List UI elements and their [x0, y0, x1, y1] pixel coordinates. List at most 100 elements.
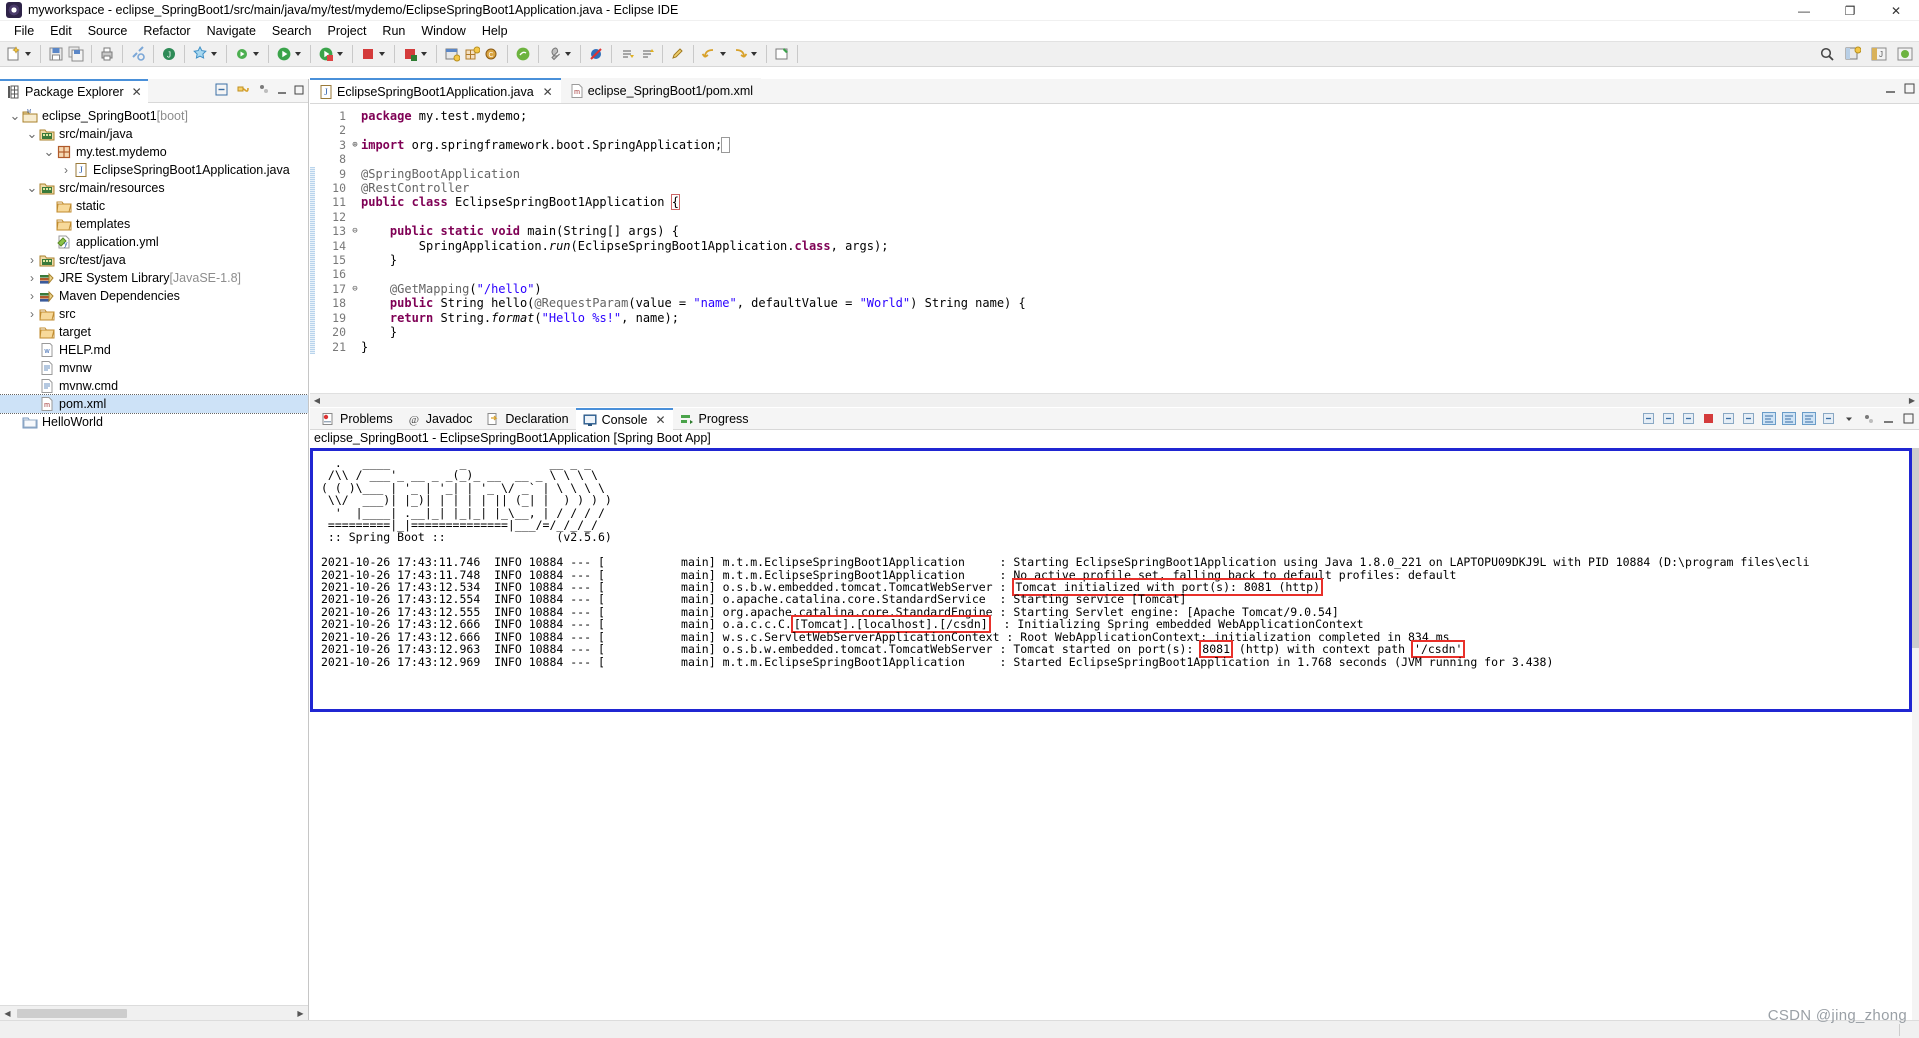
close-icon[interactable]: ✕: [543, 85, 553, 99]
minimize-icon[interactable]: [1881, 411, 1896, 426]
tree-item-help-md[interactable]: w HELP.md: [0, 341, 308, 359]
chevron-right-icon[interactable]: ›: [25, 287, 39, 305]
tree-item-src[interactable]: › src: [0, 305, 308, 323]
search-icon[interactable]: [1819, 46, 1835, 62]
chevron-down-icon[interactable]: [1841, 411, 1856, 426]
view-menu-icon[interactable]: [1861, 411, 1876, 426]
maximize-button[interactable]: ❐: [1827, 0, 1873, 21]
spring-perspective-icon[interactable]: [1897, 46, 1913, 62]
tree-item-my-test-mydemo[interactable]: ⌄ my.test.mydemo: [0, 143, 308, 161]
tree-item-pom-xml[interactable]: m pom.xml: [0, 394, 308, 414]
chevron-down-icon[interactable]: [421, 52, 427, 56]
maximize-icon[interactable]: [294, 84, 304, 98]
code-editor[interactable]: 1 2 3 8 9 10 11 12 13 14 15 16 17 18 19 20 21 ⊕ ⊖ ⊖ packag…: [310, 105, 1919, 392]
chevron-down-icon[interactable]: ⌄: [25, 125, 39, 143]
chevron-down-icon[interactable]: ⌄: [8, 107, 22, 125]
tree-item-target[interactable]: target: [0, 323, 308, 341]
chevron-right-icon[interactable]: ›: [25, 251, 39, 269]
editor-hscrollbar[interactable]: ◀ ▶: [310, 393, 1919, 407]
console-tab-progress[interactable]: Progress: [673, 408, 756, 430]
menu-project[interactable]: Project: [320, 22, 375, 40]
stop-icon[interactable]: [402, 46, 418, 62]
forward-icon[interactable]: [732, 46, 748, 62]
tree-item-static[interactable]: static: [0, 197, 308, 215]
chevron-down-icon[interactable]: [751, 52, 757, 56]
menu-source[interactable]: Source: [80, 22, 136, 40]
close-button[interactable]: ✕: [1873, 0, 1919, 21]
scroll-left-icon[interactable]: ◀: [310, 394, 324, 408]
scroll-right-icon[interactable]: ▶: [293, 1006, 308, 1021]
console-tab-declaration[interactable]: Declaration: [479, 408, 575, 430]
print-icon[interactable]: [99, 46, 115, 62]
scroll-right-icon[interactable]: ▶: [1905, 394, 1919, 408]
debug-icon[interactable]: [234, 46, 250, 62]
last-edit-location-icon[interactable]: [670, 46, 686, 62]
menu-edit[interactable]: Edit: [42, 22, 80, 40]
chevron-down-icon[interactable]: [720, 52, 726, 56]
new-java-project-icon[interactable]: [444, 46, 461, 62]
package-explorer-hscrollbar[interactable]: ◀ ▶: [0, 1005, 308, 1020]
menu-window[interactable]: Window: [413, 22, 473, 40]
run-coverage-icon[interactable]: [318, 46, 334, 62]
new-console-view-icon[interactable]: [1821, 411, 1836, 426]
scroll-left-icon[interactable]: ◀: [0, 1006, 15, 1021]
run-icon[interactable]: [276, 46, 292, 62]
folding-column[interactable]: ⊕ ⊖ ⊖: [349, 105, 361, 392]
next-annotation-icon[interactable]: [619, 46, 635, 62]
open-type-icon[interactable]: J: [161, 46, 177, 62]
minimize-button[interactable]: —: [1781, 0, 1827, 21]
new-wizard-icon[interactable]: [6, 46, 22, 62]
chevron-down-icon[interactable]: [337, 52, 343, 56]
tree-item-jre-system-library[interactable]: › JRE System Library [JavaSE-1.8]: [0, 269, 308, 287]
chevron-right-icon[interactable]: ›: [25, 269, 39, 287]
collapse-all-icon[interactable]: [214, 82, 229, 100]
word-wrap-icon[interactable]: [1761, 411, 1776, 426]
minimize-icon[interactable]: [277, 84, 287, 98]
tree-item-src-test-java[interactable]: › src/test/java: [0, 251, 308, 269]
show-console-on-output-icon[interactable]: [1801, 411, 1816, 426]
tree-item-mvnw-cmd[interactable]: mvnw.cmd: [0, 377, 308, 395]
console-tab-console[interactable]: Console ✕: [575, 407, 673, 430]
external-tools-icon[interactable]: [546, 46, 562, 62]
tree-item-mvnw[interactable]: mvnw: [0, 359, 308, 377]
console-tab-javadoc[interactable]: @ Javadoc: [400, 408, 480, 430]
scroll-thumb[interactable]: [17, 1008, 127, 1018]
open-console-icon[interactable]: [1741, 411, 1756, 426]
fold-toggle-icon[interactable]: ⊖: [349, 282, 361, 296]
maximize-icon[interactable]: [1904, 83, 1915, 97]
tab-package-explorer[interactable]: Package Explorer ✕: [0, 78, 148, 103]
tree-item-eclipsespringboot1application-java[interactable]: › J EclipseSpringBoot1Application.java: [0, 161, 308, 179]
spring-boot-icon[interactable]: [515, 46, 531, 62]
chevron-right-icon[interactable]: ›: [59, 161, 73, 179]
console-vscrollbar[interactable]: [1912, 448, 1919, 1020]
menu-run[interactable]: Run: [374, 22, 413, 40]
fold-toggle-icon[interactable]: ⊕: [349, 138, 361, 152]
menu-navigate[interactable]: Navigate: [199, 22, 264, 40]
java-perspective-icon[interactable]: J: [1871, 46, 1887, 62]
editor-tab-eclipse-springboot1-pom-xml[interactable]: m eclipse_SpringBoot1/pom.xml: [560, 78, 762, 103]
chevron-down-icon[interactable]: ⌄: [25, 179, 39, 197]
pin-console-icon[interactable]: [1641, 411, 1656, 426]
remove-all-launches-icon[interactable]: [1681, 411, 1696, 426]
console-output-text[interactable]: . ____ _ __ _ _ /\\ / ___'_ __ _ _(_)_ _…: [313, 451, 1909, 668]
chevron-right-icon[interactable]: ›: [25, 305, 39, 323]
chevron-down-icon[interactable]: [211, 52, 217, 56]
display-selected-console-icon[interactable]: [1721, 411, 1736, 426]
close-icon[interactable]: ✕: [655, 413, 665, 427]
scroll-thumb[interactable]: [1912, 448, 1919, 648]
chevron-down-icon[interactable]: ⌄: [42, 143, 56, 161]
chevron-down-icon[interactable]: [295, 52, 301, 56]
tree-item-src-main-resources[interactable]: ⌄ src/main/resources: [0, 179, 308, 197]
fold-toggle-icon[interactable]: ⊖: [349, 224, 361, 238]
tree-item-helloworld[interactable]: HelloWorld: [0, 413, 308, 431]
link-with-editor-icon[interactable]: [236, 82, 251, 100]
new-package-icon[interactable]: [464, 46, 481, 62]
menu-refactor[interactable]: Refactor: [135, 22, 198, 40]
tree-item-application-yml[interactable]: y application.yml: [0, 233, 308, 251]
source-code[interactable]: package my.test.mydemo; import org.sprin…: [361, 105, 1919, 392]
open-perspective-icon[interactable]: [1845, 46, 1862, 62]
maximize-icon[interactable]: [1901, 411, 1916, 426]
minimize-icon[interactable]: [1885, 83, 1896, 97]
menu-help[interactable]: Help: [474, 22, 516, 40]
close-icon[interactable]: ✕: [132, 85, 142, 99]
